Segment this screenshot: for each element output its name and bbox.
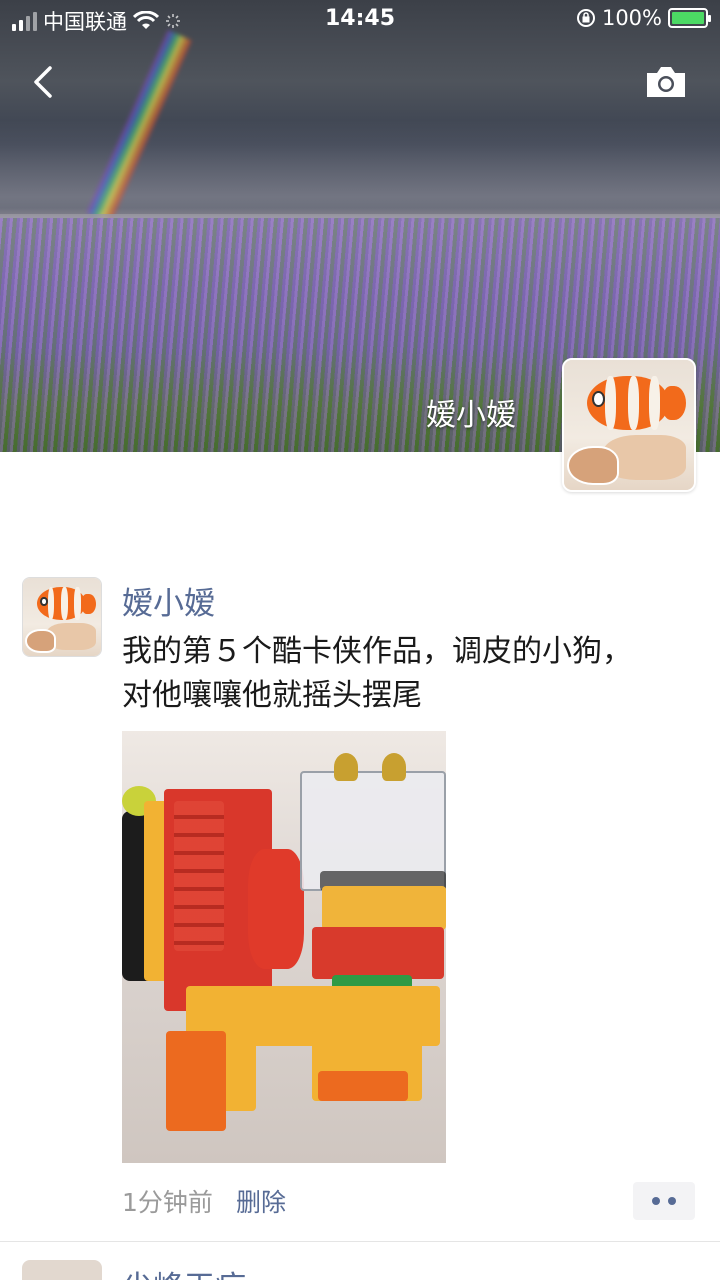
avatar[interactable] <box>22 577 102 657</box>
post-time: 1分钟前 <box>122 1188 213 1217</box>
post-text-line: 我的第５个酷卡侠作品，调皮的小狗， <box>122 634 632 669</box>
battery-percent: 100% <box>601 6 662 30</box>
rotation-lock-icon <box>576 9 595 27</box>
dot-icon <box>652 1197 660 1205</box>
delete-link[interactable]: 删除 <box>236 1183 286 1219</box>
more-actions-button[interactable] <box>633 1182 695 1220</box>
post-author-name[interactable]: 嫒小嫒 <box>122 578 215 623</box>
avatar[interactable] <box>22 1260 102 1280</box>
post-author-name[interactable]: 尖峰王病 <box>122 1262 246 1280</box>
cover-avatar[interactable] <box>562 358 696 492</box>
back-arrow-icon[interactable] <box>26 60 66 104</box>
post-photo[interactable] <box>122 731 446 1163</box>
post-text: 我的第５个酷卡侠作品，调皮的小狗， 对他嚷嚷他就摇头摆尾 <box>122 630 692 718</box>
cover-user-name: 嫒小嫒 <box>426 398 516 433</box>
status-bar: 中国联通 14:45 100% <box>0 0 720 40</box>
post-text-line: 对他嚷嚷他就摇头摆尾 <box>122 678 422 713</box>
battery-icon <box>668 8 711 28</box>
dot-icon <box>668 1197 676 1205</box>
divider <box>0 1241 720 1242</box>
camera-icon[interactable] <box>644 64 688 100</box>
